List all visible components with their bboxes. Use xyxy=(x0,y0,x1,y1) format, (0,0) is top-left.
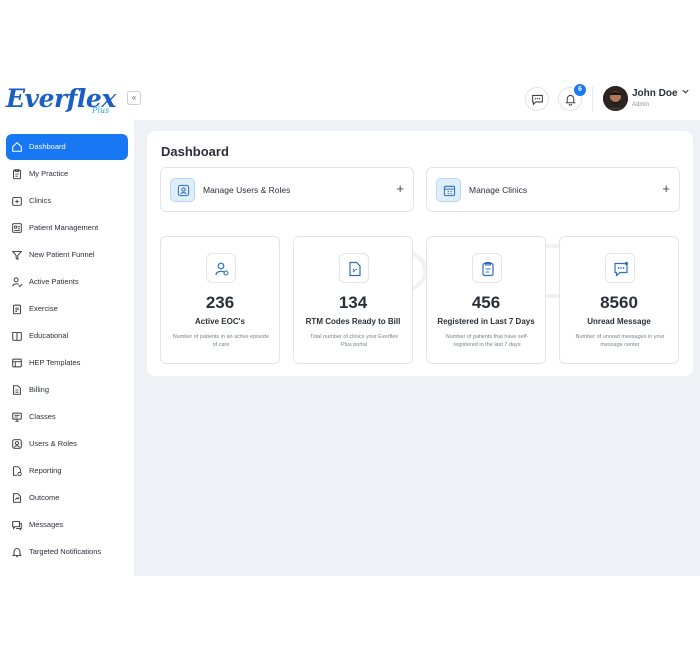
sidebar-item-label: Billing xyxy=(29,385,50,394)
dashboard-panel: Dashboard Manage Users & Roles + Manage … xyxy=(147,131,693,376)
sidebar-item-label: Outcome xyxy=(29,493,60,502)
sidebar-item-clinics[interactable]: Clinics xyxy=(6,188,128,214)
action-label: Manage Users & Roles xyxy=(203,185,291,195)
chevron-down-icon[interactable] xyxy=(681,87,690,98)
clinic-icon xyxy=(12,197,22,206)
sidebar-item-label: Users & Roles xyxy=(29,439,77,448)
manage-clinics-card[interactable]: Manage Clinics + xyxy=(426,167,680,212)
clipboard-icon xyxy=(472,253,502,283)
sidebar-item-label: Classes xyxy=(29,412,56,421)
sidebar-item-exercise[interactable]: Exercise xyxy=(6,296,128,322)
monitor-icon xyxy=(12,412,22,422)
user-square-icon xyxy=(170,178,195,202)
sidebar-item-label: Active Patients xyxy=(29,277,79,286)
sidebar-item-label: Educational xyxy=(29,331,69,340)
book-icon xyxy=(12,332,22,341)
id-card-icon xyxy=(12,223,22,233)
sidebar-item-outcome[interactable]: Outcome xyxy=(6,485,128,511)
chat-icon xyxy=(12,521,22,531)
user-check-icon xyxy=(12,277,23,288)
user-name[interactable]: John Doe xyxy=(632,88,678,99)
stat-title: Unread Message xyxy=(587,317,651,326)
template-icon xyxy=(12,358,22,368)
stat-description: Total number of clinics your Everflex Pl… xyxy=(309,334,399,348)
add-user-button[interactable]: + xyxy=(396,181,404,196)
messages-button[interactable] xyxy=(525,87,549,111)
add-clinic-button[interactable]: + xyxy=(662,181,670,196)
sidebar-item-label: Reporting xyxy=(29,466,62,475)
sidebar-item-classes[interactable]: Classes xyxy=(6,404,128,430)
action-label: Manage Clinics xyxy=(469,185,528,195)
sidebar-item-label: My Practice xyxy=(29,169,69,178)
sidebar-item-billing[interactable]: Billing xyxy=(6,377,128,403)
everflex-logo[interactable]: Everflex Plus xyxy=(6,84,116,118)
sidebar-item-label: Messages xyxy=(29,520,64,529)
clipboard-icon xyxy=(13,169,21,180)
user-circle-icon xyxy=(12,439,22,449)
sidebar-item-label: Targeted Notifications xyxy=(29,547,102,556)
user-gear-icon xyxy=(206,253,236,283)
document-icon xyxy=(13,385,21,395)
stat-value: 8560 xyxy=(600,293,638,312)
sidebar-item-hep-templates[interactable]: HEP Templates xyxy=(6,350,128,376)
file-code-icon xyxy=(339,253,369,283)
sidebar-item-label: New Patient Funnel xyxy=(29,250,95,259)
notification-count-badge: 6 xyxy=(574,84,586,96)
report-icon xyxy=(13,466,22,477)
funnel-icon xyxy=(11,251,23,261)
outcome-icon xyxy=(13,493,21,503)
stat-card-rtm-codes[interactable]: 134 RTM Codes Ready to Bill Total number… xyxy=(293,236,413,364)
avatar-image xyxy=(603,86,628,111)
sidebar-item-active-patients[interactable]: Active Patients xyxy=(6,269,128,295)
user-role: Admin xyxy=(632,102,650,108)
sidebar-item-reporting[interactable]: Reporting xyxy=(6,458,128,484)
stat-card-unread-messages[interactable]: 8560 Unread Message Number of unread mes… xyxy=(559,236,679,364)
sidebar: Dashboard My Practice Clinics Patient Ma… xyxy=(0,120,134,576)
sidebar-item-patient-management[interactable]: Patient Management xyxy=(6,215,128,241)
sidebar-item-label: Exercise xyxy=(29,304,58,313)
chat-icon xyxy=(532,94,543,106)
sidebar-item-label: Clinics xyxy=(29,196,52,205)
sidebar-item-educational[interactable]: Educational xyxy=(6,323,128,349)
stat-description: Number of unread messages in your messag… xyxy=(575,334,665,348)
logo-sub: Plus xyxy=(92,106,110,115)
stat-card-active-eoc[interactable]: 236 Active EOC's Number of patients in a… xyxy=(160,236,280,364)
stat-value: 456 xyxy=(471,293,501,312)
sidebar-item-my-practice[interactable]: My Practice xyxy=(6,161,128,187)
clinic-icon xyxy=(436,178,461,202)
bell-icon xyxy=(12,548,22,558)
chat-dots-icon xyxy=(605,253,635,283)
collapse-sidebar-button[interactable]: « xyxy=(127,91,141,105)
home-icon xyxy=(12,142,22,152)
stat-title: Registered in Last 7 Days xyxy=(437,317,535,326)
stat-description: Number of patients in an active episode … xyxy=(172,334,270,348)
user-avatar[interactable] xyxy=(603,86,628,111)
sidebar-item-new-patient-funnel[interactable]: New Patient Funnel xyxy=(6,242,128,268)
sidebar-item-users-roles[interactable]: Users & Roles xyxy=(6,431,128,457)
page-title: Dashboard xyxy=(161,144,229,159)
sidebar-item-label: Patient Management xyxy=(29,223,99,232)
stat-title: RTM Codes Ready to Bill xyxy=(305,317,401,326)
bell-icon xyxy=(565,94,576,106)
stat-card-registered-7-days[interactable]: 456 Registered in Last 7 Days Number of … xyxy=(426,236,546,364)
sidebar-item-label: HEP Templates xyxy=(29,358,81,367)
topbar-divider xyxy=(592,86,593,112)
stat-value: 236 xyxy=(205,293,235,312)
stat-title: Active EOC's xyxy=(195,317,245,326)
sidebar-item-label: Dashboard xyxy=(29,142,66,151)
stat-value: 134 xyxy=(338,293,368,312)
app-root: Everflex Plus « 6 John Doe Admin Dashboa… xyxy=(0,78,700,576)
top-bar: Everflex Plus « 6 John Doe Admin xyxy=(0,78,700,120)
manage-users-roles-card[interactable]: Manage Users & Roles + xyxy=(160,167,414,212)
sidebar-item-targeted-notifications[interactable]: Targeted Notifications xyxy=(6,539,128,565)
sidebar-item-dashboard[interactable]: Dashboard xyxy=(6,134,128,160)
sidebar-item-messages[interactable]: Messages xyxy=(6,512,128,538)
stat-description: Number of patients that have self-regist… xyxy=(445,334,529,348)
clipboard-list-icon xyxy=(13,304,21,315)
